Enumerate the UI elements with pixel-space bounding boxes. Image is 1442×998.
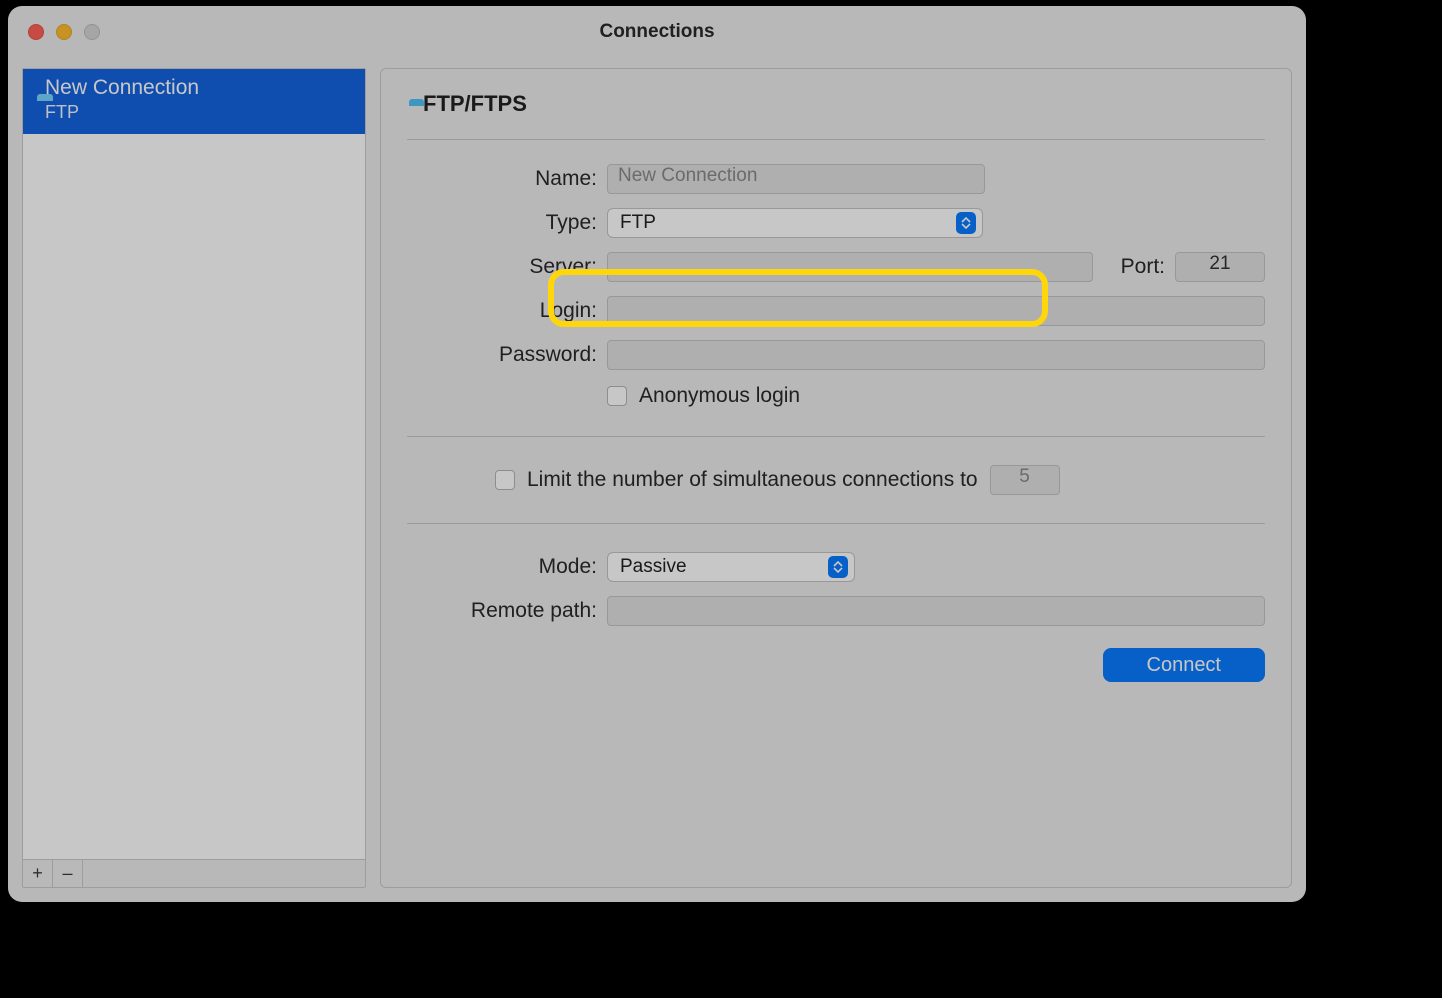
port-input[interactable]: 21 <box>1175 252 1265 282</box>
password-label: Password: <box>407 343 597 367</box>
limit-connections-checkbox[interactable] <box>495 470 515 490</box>
divider <box>407 436 1265 437</box>
divider <box>407 523 1265 524</box>
connection-details-panel: FTP/FTPS Name: New Connection Type: FTP <box>380 68 1292 888</box>
minus-icon: – <box>62 863 72 884</box>
anonymous-login-checkbox[interactable] <box>607 386 627 406</box>
server-label: Server: <box>407 255 597 279</box>
mode-label: Mode: <box>407 555 597 579</box>
anonymous-login-label: Anonymous login <box>639 384 800 408</box>
mode-select-value: Passive <box>620 556 687 578</box>
limit-connections-input[interactable]: 5 <box>990 465 1060 495</box>
divider <box>407 139 1265 140</box>
plus-icon: + <box>32 863 43 884</box>
port-label: Port: <box>1121 255 1165 279</box>
name-input[interactable]: New Connection <box>607 164 985 194</box>
chevron-up-down-icon <box>956 212 976 234</box>
add-connection-button[interactable]: + <box>23 860 53 887</box>
connections-list: New Connection FTP <box>23 69 365 859</box>
titlebar: Connections <box>8 6 1306 58</box>
sidebar-item-sub: FTP <box>45 101 199 124</box>
connections-window: Connections New Connection FTP + <box>8 6 1306 902</box>
sidebar-item-name: New Connection <box>45 75 199 101</box>
type-label: Type: <box>407 211 597 235</box>
type-select[interactable]: FTP <box>607 208 983 238</box>
type-select-value: FTP <box>620 212 656 234</box>
remote-path-label: Remote path: <box>407 599 597 623</box>
limit-connections-label: Limit the number of simultaneous connect… <box>527 468 978 492</box>
sidebar-footer: + – <box>23 859 365 887</box>
name-label: Name: <box>407 167 597 191</box>
window-title: Connections <box>8 21 1306 43</box>
remote-path-input[interactable] <box>607 596 1265 626</box>
server-input[interactable] <box>607 252 1093 282</box>
chevron-up-down-icon <box>828 556 848 578</box>
login-label: Login: <box>407 299 597 323</box>
connect-button-label: Connect <box>1147 654 1222 677</box>
mode-select[interactable]: Passive <box>607 552 855 582</box>
panel-title: FTP/FTPS <box>423 91 527 117</box>
password-input[interactable] <box>607 340 1265 370</box>
connections-sidebar: New Connection FTP + – <box>22 68 366 888</box>
login-input[interactable] <box>607 296 1265 326</box>
remove-connection-button[interactable]: – <box>53 860 83 887</box>
connect-button[interactable]: Connect <box>1103 648 1266 682</box>
sidebar-item-new-connection[interactable]: New Connection FTP <box>23 69 365 134</box>
